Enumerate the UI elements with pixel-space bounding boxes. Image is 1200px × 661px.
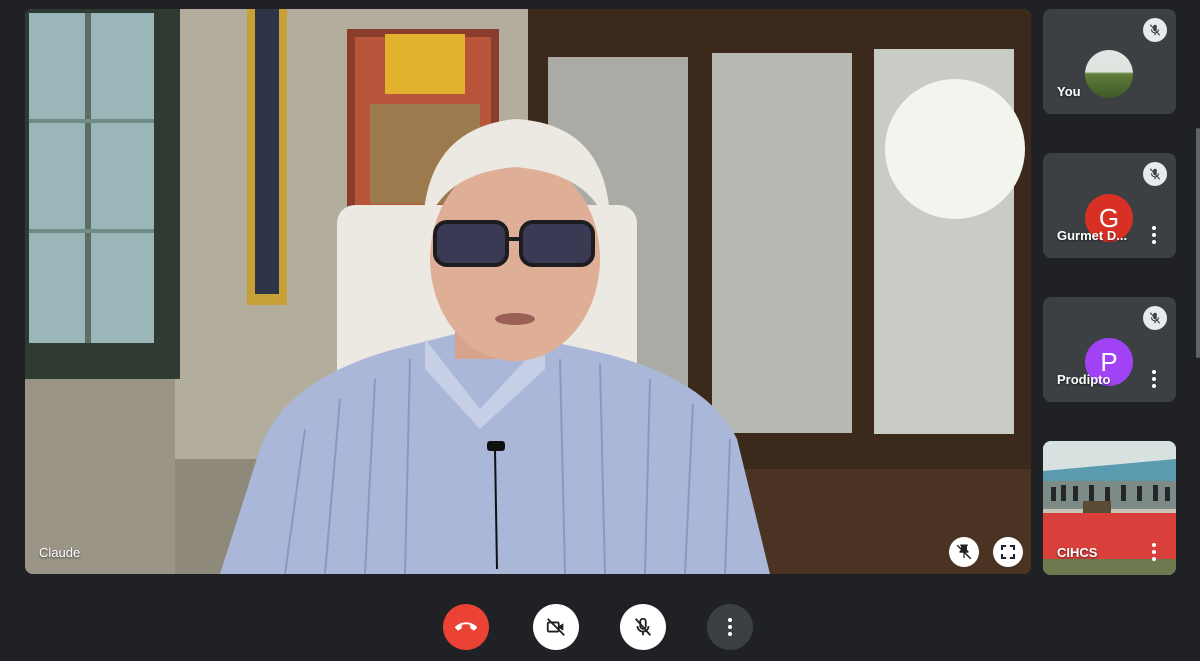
camera-toggle-button[interactable] (533, 604, 579, 650)
mic-off-icon (634, 617, 652, 636)
participant-tile-gurmet[interactable]: G Gurmet D... (1043, 153, 1176, 258)
fullscreen-icon (1001, 545, 1015, 559)
mic-off-badge (1143, 18, 1167, 42)
mic-off-icon (1149, 312, 1161, 324)
participant-name: You (1057, 84, 1081, 99)
participant-name: CIHCS (1057, 545, 1098, 560)
more-options-icon[interactable] (1146, 226, 1162, 244)
pin-off-icon (956, 544, 972, 560)
participant-tile-cihcs[interactable]: CIHCS (1043, 441, 1176, 575)
more-options-icon[interactable] (1146, 370, 1162, 388)
participant-name: Prodipto (1057, 372, 1111, 387)
end-call-icon (455, 622, 477, 631)
camera-off-icon (546, 618, 565, 636)
more-options-icon (728, 618, 732, 636)
participant-tile-you[interactable]: You (1043, 9, 1176, 114)
mic-toggle-button[interactable] (620, 604, 666, 650)
speaker-name: Claude (39, 545, 81, 560)
participant-tile-prodipto[interactable]: P Prodipto (1043, 297, 1176, 402)
more-options-icon[interactable] (1146, 543, 1162, 561)
speaker-video (25, 9, 1031, 574)
more-options-button[interactable] (707, 604, 753, 650)
mic-off-badge (1143, 162, 1167, 186)
participants-scrollbar[interactable] (1196, 128, 1200, 358)
mic-off-icon (1149, 168, 1161, 180)
avatar-photo (1085, 50, 1133, 98)
end-call-button[interactable] (443, 604, 489, 650)
participant-name: Gurmet D... (1057, 228, 1128, 243)
main-video-tile[interactable]: Claude (25, 9, 1031, 574)
mic-off-badge (1143, 306, 1167, 330)
pin-button[interactable] (949, 537, 979, 567)
fullscreen-button[interactable] (993, 537, 1023, 567)
mic-off-icon (1149, 24, 1161, 36)
